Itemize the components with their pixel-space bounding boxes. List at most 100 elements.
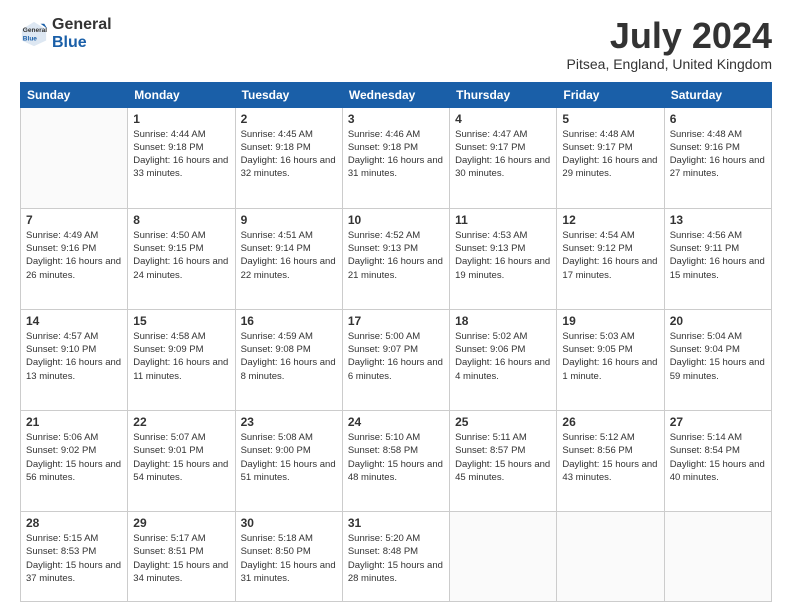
sunrise-text: Sunrise: 4:50 AM — [133, 229, 229, 242]
day-info: Sunrise: 5:11 AM Sunset: 8:57 PM Dayligh… — [455, 431, 551, 484]
day-number: 5 — [562, 112, 658, 126]
day-info: Sunrise: 5:04 AM Sunset: 9:04 PM Dayligh… — [670, 330, 766, 383]
sunrise-text: Sunrise: 4:57 AM — [26, 330, 122, 343]
day-cell: 2 Sunrise: 4:45 AM Sunset: 9:18 PM Dayli… — [235, 107, 342, 208]
day-cell: 1 Sunrise: 4:44 AM Sunset: 9:18 PM Dayli… — [128, 107, 235, 208]
sunrise-text: Sunrise: 4:44 AM — [133, 128, 229, 141]
header: General Blue General Blue July 2024 Pits… — [20, 16, 772, 72]
day-number: 24 — [348, 415, 444, 429]
day-cell: 27 Sunrise: 5:14 AM Sunset: 8:54 PM Dayl… — [664, 410, 771, 511]
col-sunday: Sunday — [21, 82, 128, 107]
sunrise-text: Sunrise: 5:04 AM — [670, 330, 766, 343]
daylight-text: Daylight: 16 hours and 8 minutes. — [241, 356, 337, 383]
sunrise-text: Sunrise: 5:00 AM — [348, 330, 444, 343]
sunrise-text: Sunrise: 4:58 AM — [133, 330, 229, 343]
subtitle: Pitsea, England, United Kingdom — [567, 56, 772, 72]
day-info: Sunrise: 4:45 AM Sunset: 9:18 PM Dayligh… — [241, 128, 337, 181]
daylight-text: Daylight: 15 hours and 28 minutes. — [348, 559, 444, 586]
day-info: Sunrise: 5:18 AM Sunset: 8:50 PM Dayligh… — [241, 532, 337, 585]
day-cell — [21, 107, 128, 208]
svg-text:General: General — [23, 27, 47, 34]
day-number: 2 — [241, 112, 337, 126]
sunrise-text: Sunrise: 4:49 AM — [26, 229, 122, 242]
day-cell: 19 Sunrise: 5:03 AM Sunset: 9:05 PM Dayl… — [557, 309, 664, 410]
sunset-text: Sunset: 8:50 PM — [241, 545, 337, 558]
day-cell: 14 Sunrise: 4:57 AM Sunset: 9:10 PM Dayl… — [21, 309, 128, 410]
day-number: 27 — [670, 415, 766, 429]
day-cell: 3 Sunrise: 4:46 AM Sunset: 9:18 PM Dayli… — [342, 107, 449, 208]
daylight-text: Daylight: 16 hours and 19 minutes. — [455, 255, 551, 282]
day-number: 8 — [133, 213, 229, 227]
sunrise-text: Sunrise: 5:11 AM — [455, 431, 551, 444]
col-friday: Friday — [557, 82, 664, 107]
day-cell: 5 Sunrise: 4:48 AM Sunset: 9:17 PM Dayli… — [557, 107, 664, 208]
day-number: 21 — [26, 415, 122, 429]
daylight-text: Daylight: 16 hours and 24 minutes. — [133, 255, 229, 282]
logo-text: General Blue — [52, 16, 112, 51]
day-number: 7 — [26, 213, 122, 227]
sunset-text: Sunset: 8:53 PM — [26, 545, 122, 558]
daylight-text: Daylight: 15 hours and 45 minutes. — [455, 458, 551, 485]
sunset-text: Sunset: 8:57 PM — [455, 444, 551, 457]
sunset-text: Sunset: 9:13 PM — [348, 242, 444, 255]
day-number: 25 — [455, 415, 551, 429]
daylight-text: Daylight: 15 hours and 48 minutes. — [348, 458, 444, 485]
day-number: 22 — [133, 415, 229, 429]
daylight-text: Daylight: 15 hours and 34 minutes. — [133, 559, 229, 586]
day-cell: 29 Sunrise: 5:17 AM Sunset: 8:51 PM Dayl… — [128, 512, 235, 602]
daylight-text: Daylight: 15 hours and 43 minutes. — [562, 458, 658, 485]
week-row-3: 14 Sunrise: 4:57 AM Sunset: 9:10 PM Dayl… — [21, 309, 772, 410]
sunrise-text: Sunrise: 5:15 AM — [26, 532, 122, 545]
day-info: Sunrise: 4:47 AM Sunset: 9:17 PM Dayligh… — [455, 128, 551, 181]
day-number: 26 — [562, 415, 658, 429]
sunset-text: Sunset: 8:56 PM — [562, 444, 658, 457]
col-thursday: Thursday — [450, 82, 557, 107]
week-row-2: 7 Sunrise: 4:49 AM Sunset: 9:16 PM Dayli… — [21, 208, 772, 309]
sunrise-text: Sunrise: 4:56 AM — [670, 229, 766, 242]
sunrise-text: Sunrise: 4:52 AM — [348, 229, 444, 242]
daylight-text: Daylight: 16 hours and 1 minute. — [562, 356, 658, 383]
day-info: Sunrise: 5:06 AM Sunset: 9:02 PM Dayligh… — [26, 431, 122, 484]
sunset-text: Sunset: 9:15 PM — [133, 242, 229, 255]
daylight-text: Daylight: 15 hours and 54 minutes. — [133, 458, 229, 485]
sunset-text: Sunset: 9:17 PM — [455, 141, 551, 154]
sunrise-text: Sunrise: 5:02 AM — [455, 330, 551, 343]
sunrise-text: Sunrise: 4:48 AM — [670, 128, 766, 141]
day-cell: 22 Sunrise: 5:07 AM Sunset: 9:01 PM Dayl… — [128, 410, 235, 511]
day-info: Sunrise: 5:14 AM Sunset: 8:54 PM Dayligh… — [670, 431, 766, 484]
sunset-text: Sunset: 8:48 PM — [348, 545, 444, 558]
day-info: Sunrise: 5:08 AM Sunset: 9:00 PM Dayligh… — [241, 431, 337, 484]
day-number: 15 — [133, 314, 229, 328]
sunset-text: Sunset: 8:51 PM — [133, 545, 229, 558]
day-number: 17 — [348, 314, 444, 328]
daylight-text: Daylight: 16 hours and 32 minutes. — [241, 154, 337, 181]
day-cell: 6 Sunrise: 4:48 AM Sunset: 9:16 PM Dayli… — [664, 107, 771, 208]
daylight-text: Daylight: 15 hours and 56 minutes. — [26, 458, 122, 485]
day-cell — [450, 512, 557, 602]
sunset-text: Sunset: 9:09 PM — [133, 343, 229, 356]
col-wednesday: Wednesday — [342, 82, 449, 107]
sunrise-text: Sunrise: 5:03 AM — [562, 330, 658, 343]
col-tuesday: Tuesday — [235, 82, 342, 107]
daylight-text: Daylight: 16 hours and 22 minutes. — [241, 255, 337, 282]
daylight-text: Daylight: 16 hours and 4 minutes. — [455, 356, 551, 383]
day-info: Sunrise: 4:59 AM Sunset: 9:08 PM Dayligh… — [241, 330, 337, 383]
day-info: Sunrise: 4:57 AM Sunset: 9:10 PM Dayligh… — [26, 330, 122, 383]
day-info: Sunrise: 5:20 AM Sunset: 8:48 PM Dayligh… — [348, 532, 444, 585]
sunrise-text: Sunrise: 5:07 AM — [133, 431, 229, 444]
day-number: 23 — [241, 415, 337, 429]
day-info: Sunrise: 5:17 AM Sunset: 8:51 PM Dayligh… — [133, 532, 229, 585]
header-row: Sunday Monday Tuesday Wednesday Thursday… — [21, 82, 772, 107]
day-number: 11 — [455, 213, 551, 227]
sunset-text: Sunset: 9:11 PM — [670, 242, 766, 255]
sunrise-text: Sunrise: 4:48 AM — [562, 128, 658, 141]
daylight-text: Daylight: 16 hours and 26 minutes. — [26, 255, 122, 282]
day-cell: 17 Sunrise: 5:00 AM Sunset: 9:07 PM Dayl… — [342, 309, 449, 410]
day-info: Sunrise: 4:58 AM Sunset: 9:09 PM Dayligh… — [133, 330, 229, 383]
day-cell: 10 Sunrise: 4:52 AM Sunset: 9:13 PM Dayl… — [342, 208, 449, 309]
logo-general-text: General — [52, 16, 112, 34]
sunrise-text: Sunrise: 4:46 AM — [348, 128, 444, 141]
sunset-text: Sunset: 9:10 PM — [26, 343, 122, 356]
day-number: 16 — [241, 314, 337, 328]
main-title: July 2024 — [567, 16, 772, 56]
